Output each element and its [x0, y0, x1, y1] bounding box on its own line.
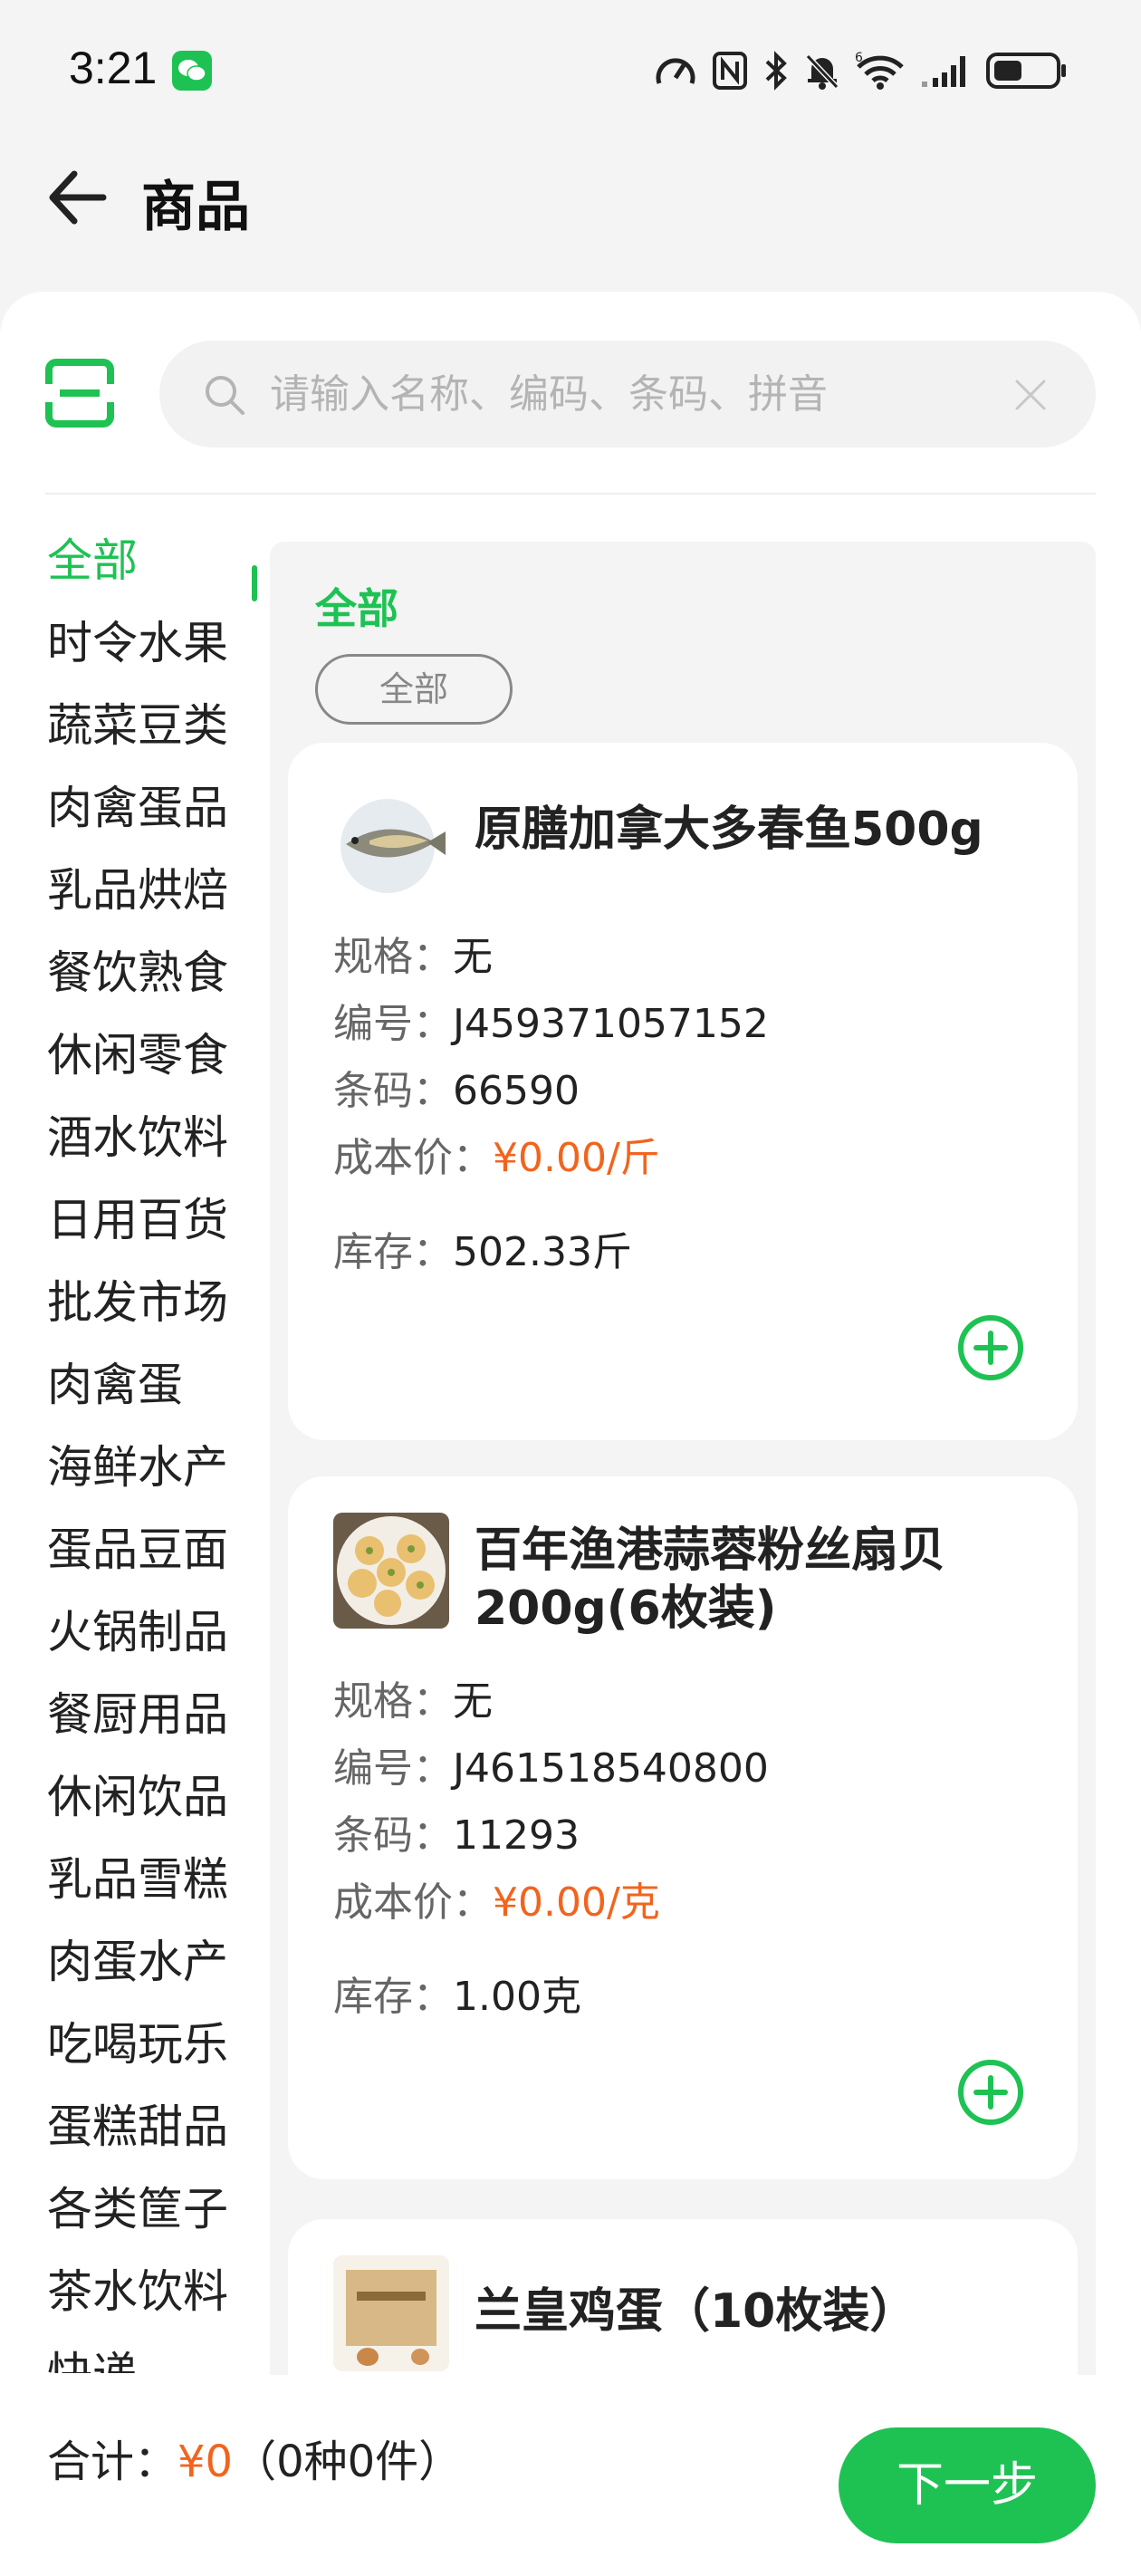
- code-value: J459371057152: [453, 1001, 769, 1047]
- category-item[interactable]: 时令水果: [47, 611, 228, 675]
- spec-label: 规格：: [333, 1678, 453, 1725]
- section-title: 全部: [315, 584, 398, 633]
- status-bar: 3:21 6: [0, 0, 1141, 145]
- divider: [45, 493, 1096, 495]
- bottom-bar: 合计：¥0（0种0件） 下一步: [0, 2375, 1141, 2576]
- active-category-indicator: [252, 565, 257, 601]
- category-item[interactable]: 火锅制品: [47, 1600, 228, 1664]
- category-item[interactable]: 蛋品豆面: [47, 1518, 228, 1581]
- barcode-label: 条码：: [333, 1812, 453, 1859]
- search-icon: [203, 373, 246, 417]
- category-item[interactable]: 海鲜水产: [47, 1436, 228, 1499]
- status-time: 3:21: [69, 43, 158, 93]
- spec-row: 规格：无: [333, 1668, 493, 1726]
- cellular-signal-icon: [920, 51, 971, 91]
- page-title: 商品: [141, 176, 250, 239]
- category-item[interactable]: 日用百货: [47, 1188, 228, 1252]
- cost-row: 成本价：¥0.00/克: [333, 1870, 660, 1927]
- total-summary: 合计：¥0（0种0件）: [47, 2426, 462, 2489]
- stock-row: 库存：1.00克: [333, 1964, 581, 2022]
- category-item[interactable]: 乳品烘焙: [47, 859, 228, 922]
- category-item[interactable]: 快递: [47, 2342, 138, 2373]
- search-box: [159, 341, 1096, 447]
- product-image-eggs: [333, 2255, 449, 2371]
- cost-row: 成本价：¥0.00/斤: [333, 1125, 660, 1183]
- scan-icon[interactable]: [43, 357, 116, 429]
- cost-label: 成本价：: [333, 1135, 493, 1181]
- spec-value: 无: [453, 1678, 493, 1725]
- wifi-icon: 6: [855, 51, 906, 91]
- code-row: 编号：J459371057152: [333, 991, 769, 1049]
- subcategory-chip[interactable]: 全部: [315, 654, 513, 725]
- cost-label: 成本价：: [333, 1879, 493, 1926]
- stock-value: 502.33斤: [453, 1229, 632, 1275]
- category-item[interactable]: 肉禽蛋: [47, 1353, 183, 1417]
- category-item[interactable]: 餐饮熟食: [47, 941, 228, 1004]
- stock-value: 1.00克: [453, 1974, 581, 2020]
- category-item[interactable]: 全部: [47, 529, 138, 592]
- stock-label: 库存：: [333, 1229, 453, 1275]
- category-item[interactable]: 肉禽蛋品: [47, 776, 228, 840]
- status-icons: 6: [654, 51, 1069, 91]
- next-step-button[interactable]: 下一步: [839, 2427, 1096, 2543]
- barcode-row: 条码：66590: [333, 1058, 580, 1116]
- total-detail: （0种0件）: [233, 2437, 463, 2487]
- product-name: 兰皇鸡蛋（10枚装）: [475, 2284, 917, 2339]
- mute-bell-icon: [804, 51, 840, 91]
- search-input[interactable]: [270, 360, 1012, 428]
- cost-value: ¥0.00/克: [493, 1879, 660, 1926]
- category-item[interactable]: 休闲零食: [47, 1024, 228, 1087]
- add-circle-icon[interactable]: [956, 2058, 1025, 2127]
- code-value: J461518540800: [453, 1745, 769, 1792]
- category-item[interactable]: 乳品雪糕: [47, 1848, 228, 1911]
- total-amount: ¥0: [177, 2437, 234, 2487]
- stock-label: 库存：: [333, 1974, 453, 2020]
- code-label: 编号：: [333, 1001, 453, 1047]
- category-sidebar[interactable]: 全部 时令水果 蔬菜豆类 肉禽蛋品 乳品烘焙 餐饮熟食 休闲零食 酒水饮料 日用…: [0, 529, 268, 2373]
- wifi-6-label: 6: [855, 51, 863, 65]
- add-circle-icon[interactable]: [956, 1313, 1025, 1382]
- barcode-value: 66590: [453, 1068, 580, 1114]
- product-card[interactable]: 百年渔港蒜蓉粉丝扇贝200g(6枚装) 规格：无 编号：J46151854080…: [288, 1476, 1078, 2179]
- category-item[interactable]: 批发市场: [47, 1271, 228, 1334]
- bluetooth-icon: [762, 51, 790, 91]
- total-label: 合计：: [47, 2437, 178, 2487]
- product-image-scallop: [333, 1513, 449, 1629]
- code-label: 编号：: [333, 1745, 453, 1792]
- spec-value: 无: [453, 934, 493, 980]
- category-item[interactable]: 茶水饮料: [47, 2260, 228, 2323]
- app-header: 商品: [0, 145, 1141, 254]
- cost-value: ¥0.00/斤: [493, 1135, 660, 1181]
- category-item[interactable]: 餐厨用品: [47, 1683, 228, 1746]
- speed-icon: [654, 51, 697, 91]
- product-select-screen: 3:21 6 商品 请输入名称、编码、条码、拼音 全部 时令水果 蔬菜豆类 肉禽…: [0, 0, 1141, 2576]
- wechat-notification-icon: [172, 51, 212, 91]
- category-item[interactable]: 蔬菜豆类: [47, 694, 228, 757]
- back-arrow-icon[interactable]: [43, 165, 109, 230]
- category-item[interactable]: 各类筐子: [47, 2177, 228, 2241]
- spec-label: 规格：: [333, 934, 453, 980]
- product-card[interactable]: 原膳加拿大多春鱼500g 规格：无 编号：J459371057152 条码：66…: [288, 743, 1078, 1440]
- product-image-fish: [333, 788, 449, 904]
- product-name: 百年渔港蒜蓉粉丝扇贝200g(6枚装): [475, 1523, 946, 1636]
- barcode-label: 条码：: [333, 1068, 453, 1114]
- category-item[interactable]: 休闲饮品: [47, 1765, 228, 1829]
- code-row: 编号：J461518540800: [333, 1735, 769, 1793]
- category-item[interactable]: 酒水饮料: [47, 1106, 228, 1169]
- battery-icon: [985, 51, 1069, 91]
- nfc-icon: [712, 51, 748, 91]
- barcode-row: 条码：11293: [333, 1802, 580, 1860]
- product-name: 原膳加拿大多春鱼500g: [475, 803, 983, 857]
- category-item[interactable]: 吃喝玩乐: [47, 2013, 228, 2076]
- category-item[interactable]: 肉蛋水产: [47, 1930, 228, 1994]
- stock-row: 库存：502.33斤: [333, 1219, 632, 1277]
- barcode-value: 11293: [453, 1812, 580, 1859]
- category-item[interactable]: 蛋糕甜品: [47, 2095, 228, 2158]
- spec-row: 规格：无: [333, 924, 493, 982]
- product-panel: 全部 全部 原膳加拿大多春鱼500g 规格：无 编号：J459371057152…: [270, 542, 1096, 2375]
- product-card[interactable]: 兰皇鸡蛋（10枚装）: [288, 2219, 1078, 2375]
- clear-icon[interactable]: [1014, 379, 1047, 411]
